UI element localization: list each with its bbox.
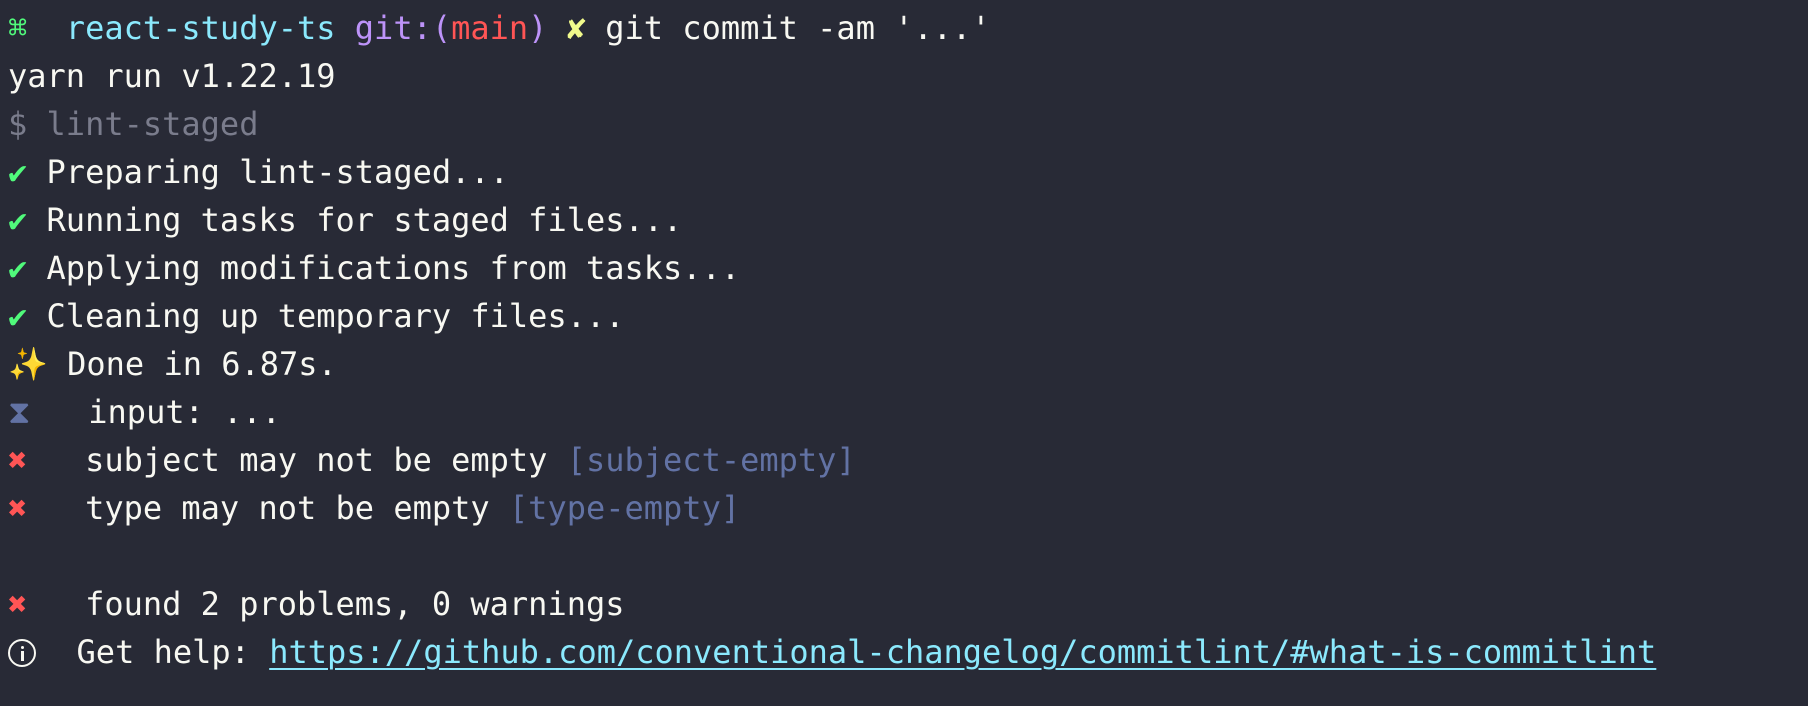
terminal-window[interactable]: ⌘ react-study-ts git:(main) ✘ git commit… (0, 0, 1808, 706)
error-message: subject may not be empty (85, 441, 548, 479)
task-text: Applying modifications from tasks... (46, 249, 741, 287)
check-icon: ✔ (8, 297, 28, 335)
prompt-line: ⌘ react-study-ts git:(main) ✘ git commit… (8, 4, 1808, 52)
lint-staged-command-line: $ lint-staged (8, 105, 259, 143)
error-line-type: ✖ type may not be empty [type-empty] (8, 484, 1808, 532)
git-suffix: ) (528, 9, 548, 47)
done-text: Done in 6.87s. (67, 345, 337, 383)
dirty-mark-icon: ✘ (566, 9, 586, 47)
help-line: Get help: https://github.com/conventiona… (8, 628, 1808, 676)
git-branch: main (451, 9, 529, 47)
done-line: ✨ Done in 6.87s. (8, 340, 1808, 388)
prompt-directory: react-study-ts (65, 9, 336, 47)
cross-icon: ✖ (8, 489, 28, 527)
summary-line: ✖ found 2 problems, 0 warnings (8, 580, 1808, 628)
check-icon: ✔ (8, 249, 28, 287)
prompt-command: git commit -am '...' (605, 9, 991, 47)
cross-icon: ✖ (8, 585, 28, 623)
input-line: ⧗ input: ... (8, 388, 1808, 436)
error-rule: [subject-empty] (566, 441, 856, 479)
git-prefix: git:( (354, 9, 452, 47)
help-link[interactable]: https://github.com/conventional-changelo… (269, 633, 1656, 671)
hourglass-icon: ⧗ (8, 393, 31, 431)
task-line: ✔ Cleaning up temporary files... (8, 292, 1808, 340)
task-text: Preparing lint-staged... (46, 153, 509, 191)
check-icon: ✔ (8, 201, 28, 239)
cross-icon: ✖ (8, 441, 28, 479)
task-line: ✔ Preparing lint-staged... (8, 148, 1808, 196)
input-text: input: ... (88, 393, 281, 431)
yarn-run-line: yarn run v1.22.19 (8, 57, 336, 95)
task-line: ✔ Running tasks for staged files... (8, 196, 1808, 244)
error-rule: [type-empty] (508, 489, 741, 527)
task-text: Running tasks for staged files... (46, 201, 683, 239)
task-line: ✔ Applying modifications from tasks... (8, 244, 1808, 292)
info-icon (8, 639, 36, 667)
help-label: Get help: (76, 633, 250, 671)
sparkle-icon: ✨ (8, 345, 48, 383)
error-message: type may not be empty (85, 489, 490, 527)
error-line-subject: ✖ subject may not be empty [subject-empt… (8, 436, 1808, 484)
task-text: Cleaning up temporary files... (46, 297, 625, 335)
check-icon: ✔ (8, 153, 28, 191)
summary-text: found 2 problems, 0 warnings (85, 585, 625, 623)
command-symbol-icon: ⌘ (8, 9, 28, 47)
